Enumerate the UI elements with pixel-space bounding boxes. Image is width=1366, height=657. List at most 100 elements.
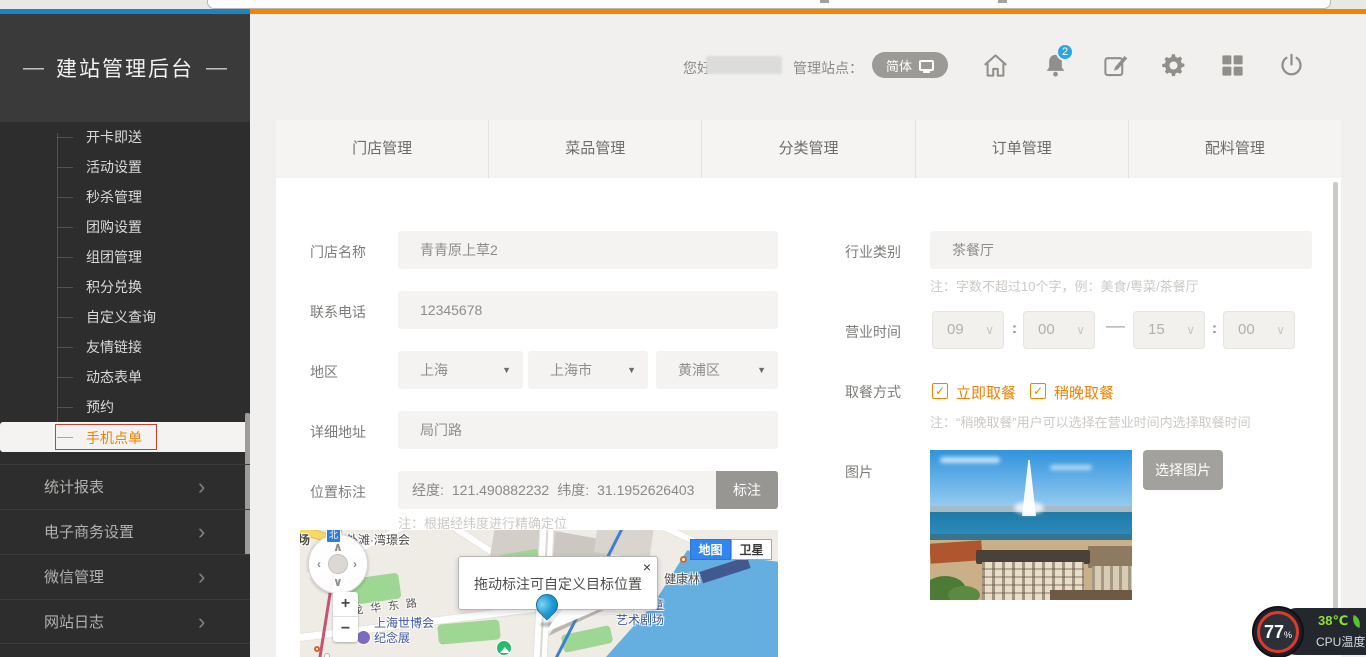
- sidebar-item-points[interactable]: 积分兑换: [0, 272, 250, 302]
- open-hour-select[interactable]: 09∨: [932, 311, 1004, 349]
- select-arrow-icon: ▼: [502, 351, 511, 389]
- leaf-icon: [1351, 615, 1363, 628]
- sidebar-item-card-gift[interactable]: 开卡即送: [0, 122, 250, 152]
- home-icon[interactable]: [982, 52, 1009, 79]
- browser-address-bar[interactable]: [207, 0, 1331, 9]
- close-minute-select[interactable]: 00∨: [1223, 311, 1295, 349]
- photo-trees: [948, 586, 980, 600]
- mark-location-button[interactable]: 标注: [716, 471, 778, 509]
- sidebar-section-wechat[interactable]: 微信管理›: [0, 554, 250, 599]
- tab-dish-management[interactable]: 菜品管理: [488, 120, 701, 178]
- industry-label: 行业类别: [845, 242, 901, 262]
- sidebar-item-dynamic-form[interactable]: 动态表单: [0, 362, 250, 392]
- pickup-later-label[interactable]: 稍晚取餐: [1054, 382, 1114, 403]
- store-name-input[interactable]: [398, 231, 778, 269]
- region-label: 地区: [310, 362, 338, 382]
- accent-bar-orange: [250, 9, 1366, 14]
- phone-label: 联系电话: [310, 302, 366, 322]
- store-name-label: 门店名称: [310, 242, 366, 262]
- maptype-satellite-button[interactable]: 卫星: [731, 539, 772, 560]
- choose-image-button[interactable]: 选择图片: [1143, 450, 1223, 490]
- chevron-right-icon: ›: [198, 510, 205, 553]
- hours-label: 营业时间: [845, 322, 901, 342]
- map-label-partial: 场: [300, 531, 310, 548]
- location-label: 位置标注: [310, 482, 366, 502]
- chevron-right-icon: ›: [198, 465, 205, 508]
- address-input[interactable]: [398, 411, 778, 449]
- app-title: 建站管理后台: [56, 53, 194, 83]
- pickup-now-checkbox[interactable]: ✓: [932, 383, 948, 399]
- industry-note: 注：字数不超过10个字，例：美食/粤菜/茶餐厅: [930, 276, 1199, 295]
- sidebar-section-sitelog[interactable]: 网站日志›: [0, 599, 250, 644]
- power-icon[interactable]: [1278, 52, 1305, 79]
- language-site-pill[interactable]: 简体: [872, 52, 948, 78]
- district-select[interactable]: 黄浦区▼: [656, 351, 778, 389]
- compass-knob[interactable]: [328, 554, 348, 574]
- cpu-temperature: 38℃: [1318, 613, 1361, 629]
- tab-store-management[interactable]: 门店管理: [276, 120, 488, 178]
- zoom-in-button[interactable]: +: [333, 592, 358, 617]
- close-hour-select[interactable]: 15∨: [1133, 311, 1205, 349]
- tab-order-management[interactable]: 订单管理: [915, 120, 1128, 178]
- coordinates-box[interactable]: 经度: 121.490882232 纬度: 31.1952626403: [398, 471, 716, 509]
- location-map[interactable]: 场 外滩·湾璟会 健康林 龙华东路 上海儿童 艺术剧场 上海世博会 纪念展 ♪ …: [300, 530, 778, 657]
- sidebar-item-groupmgmt[interactable]: 组团管理: [0, 242, 250, 272]
- bubble-text: 拖动标注可自定义目标位置: [459, 574, 657, 594]
- photo-fountain-mist: [1014, 502, 1044, 514]
- content-scrollbar-thumb[interactable]: [1333, 182, 1338, 653]
- latitude-value: 31.1952626403: [597, 482, 694, 498]
- pickup-now-label[interactable]: 立即取餐: [956, 382, 1016, 403]
- chevron-down-icon: ∨: [985, 312, 994, 348]
- gear-icon[interactable]: [1160, 52, 1187, 79]
- sidebar-item-activity[interactable]: 活动设置: [0, 152, 250, 182]
- close-icon[interactable]: ×: [643, 559, 651, 575]
- select-arrow-icon: ▼: [757, 351, 766, 389]
- pickup-label: 取餐方式: [845, 382, 901, 402]
- pan-right-icon[interactable]: ›: [353, 557, 357, 571]
- sidebar-sections: 统计报表› 电子商务设置› 微信管理› 网站日志›: [0, 464, 250, 644]
- photo-label: 图片: [845, 462, 873, 482]
- north-badge[interactable]: 北: [326, 530, 341, 543]
- sidebar-section-statistics[interactable]: 统计报表›: [0, 464, 250, 509]
- tab-ingredient-management[interactable]: 配料管理: [1128, 120, 1341, 178]
- map-poi-dot: [324, 653, 330, 657]
- pan-down-icon[interactable]: ∨: [333, 575, 343, 589]
- sidebar-item-custom-query[interactable]: 自定义查询: [0, 302, 250, 332]
- sidebar-title: — 建站管理后台 —: [0, 14, 250, 122]
- city-select[interactable]: 上海市▼: [528, 351, 648, 389]
- map-compass-control[interactable]: ∧ ∨ ‹ ›: [308, 534, 368, 594]
- browser-icon-fragment: [820, 0, 829, 3]
- sidebar-item-groupbuy[interactable]: 团购设置: [0, 212, 250, 242]
- zoom-out-button[interactable]: −: [333, 617, 358, 642]
- time-range-dash: —: [1106, 316, 1125, 338]
- pickup-later-checkbox[interactable]: ✓: [1030, 383, 1046, 399]
- tab-category-management[interactable]: 分类管理: [701, 120, 914, 178]
- sidebar-item-booking[interactable]: 预约: [0, 392, 250, 422]
- cpu-percent-unit: %: [1284, 630, 1292, 640]
- apps-grid-icon[interactable]: [1219, 52, 1246, 79]
- sidebar-item-links[interactable]: 友情链接: [0, 332, 250, 362]
- sidebar-section-ecommerce[interactable]: 电子商务设置›: [0, 509, 250, 554]
- photo-red-roof: [930, 540, 983, 564]
- store-photo-preview: [930, 450, 1132, 600]
- pickup-note: 注：“稍晚取餐”用户可以选择在营业时间内选择取餐时间: [930, 412, 1251, 431]
- chevron-down-icon: ∨: [1076, 312, 1085, 348]
- edit-icon[interactable]: [1102, 52, 1129, 79]
- industry-input[interactable]: [930, 231, 1312, 269]
- pan-left-icon[interactable]: ‹: [317, 557, 321, 571]
- phone-input[interactable]: [398, 291, 778, 329]
- photo-foreground-roof: [1050, 590, 1132, 600]
- park-icon: [496, 640, 512, 656]
- monitor-icon: [919, 60, 934, 71]
- province-select[interactable]: 上海▼: [398, 351, 523, 389]
- sidebar-item-seckill[interactable]: 秒杀管理: [0, 182, 250, 212]
- open-minute-select[interactable]: 00∨: [1023, 311, 1095, 349]
- cpu-usage-gauge[interactable]: 77 %: [1252, 606, 1304, 657]
- map-label-park: 健康林: [664, 570, 700, 587]
- select-arrow-icon: ▼: [627, 351, 636, 389]
- longitude-label: 经度:: [412, 480, 444, 500]
- time-colon: :: [1212, 320, 1217, 337]
- maptype-map-button[interactable]: 地图: [690, 539, 731, 560]
- longitude-value: 121.490882232: [452, 482, 549, 498]
- sidebar-item-mobile-ordering[interactable]: 手机点单: [0, 422, 250, 452]
